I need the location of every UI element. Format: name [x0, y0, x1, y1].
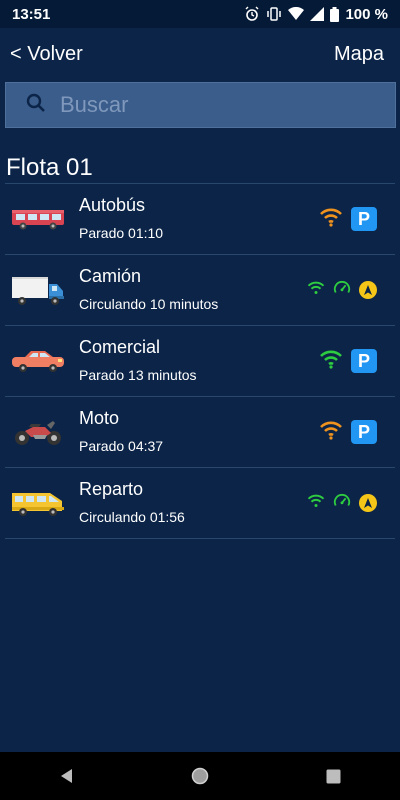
search-bar	[5, 82, 396, 128]
speedometer-icon	[333, 492, 351, 515]
wifi-status-icon	[288, 7, 305, 21]
fleet-title: Flota 01	[6, 154, 93, 181]
nav-back-button[interactable]	[47, 756, 87, 796]
wifi-signal-icon	[307, 280, 325, 301]
motorcycle-icon	[5, 417, 71, 447]
navigation-icon	[359, 494, 377, 512]
search-icon	[26, 93, 46, 118]
map-button[interactable]: Mapa	[334, 43, 384, 66]
vehicle-status: Parado 04:37	[79, 438, 164, 454]
truck-icon	[5, 274, 71, 306]
bus-icon	[5, 207, 71, 231]
vehicle-name: Autobús	[79, 195, 146, 215]
vehicle-status: Parado 13 minutos	[79, 367, 197, 383]
vehicle-name: Comercial	[79, 337, 161, 357]
battery-percentage: 100 %	[345, 5, 388, 23]
vehicle-row-autobus[interactable]: Autobús Parado 01:10 P	[5, 184, 395, 254]
car-icon	[5, 349, 71, 373]
wifi-signal-icon	[307, 493, 325, 514]
status-icons: 100 %	[244, 6, 388, 23]
status-time: 13:51	[12, 5, 51, 23]
vehicle-row-comercial[interactable]: Comercial Parado 13 minutos P	[5, 326, 395, 396]
vehicle-name: Reparto	[79, 479, 144, 499]
nav-recents-button[interactable]	[313, 756, 353, 796]
divider	[5, 538, 395, 539]
van-icon	[5, 489, 71, 517]
nav-home-button[interactable]	[180, 756, 220, 796]
search-input[interactable]	[60, 92, 360, 118]
back-button[interactable]: < Volver	[10, 43, 83, 66]
vehicle-status: Parado 01:10	[79, 225, 164, 241]
vehicle-name: Camión	[79, 266, 142, 286]
wifi-signal-icon	[319, 420, 343, 445]
wifi-signal-icon	[319, 207, 343, 232]
navigation-icon	[359, 281, 377, 299]
alarm-icon	[244, 6, 260, 22]
wifi-signal-icon	[319, 349, 343, 374]
signal-icon	[310, 7, 325, 21]
vehicle-row-moto[interactable]: Moto Parado 04:37 P	[5, 397, 395, 467]
parking-icon: P	[351, 207, 377, 231]
recents-square-icon	[326, 769, 341, 783]
top-bar: < Volver Mapa	[0, 28, 400, 80]
vibrate-icon	[266, 6, 282, 22]
vehicle-status: Circulando 01:56	[79, 509, 185, 525]
parking-icon: P	[351, 349, 377, 373]
vehicle-status: Circulando 10 minutos	[79, 296, 219, 312]
back-triangle-icon	[60, 769, 72, 783]
parking-icon: P	[351, 420, 377, 444]
back-label: < Volver	[10, 42, 83, 65]
status-bar: 13:51 100 %	[0, 0, 400, 28]
system-nav-bar	[0, 752, 400, 800]
vehicle-name: Moto	[79, 408, 120, 428]
vehicle-row-reparto[interactable]: Reparto Circulando 01:56	[5, 468, 395, 538]
battery-icon	[330, 6, 340, 22]
speedometer-icon	[333, 279, 351, 302]
home-circle-icon	[191, 767, 209, 785]
vehicle-row-camion[interactable]: Camión Circulando 10 minutos	[5, 255, 395, 325]
